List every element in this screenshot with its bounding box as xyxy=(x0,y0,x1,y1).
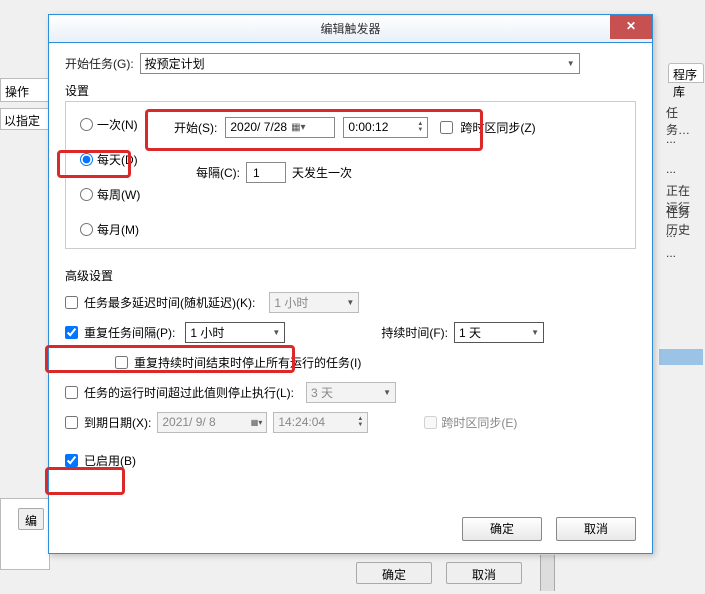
begin-task-value: 按预定计划 xyxy=(145,55,205,72)
sync-tz-label: 跨时区同步(Z) xyxy=(460,119,535,136)
daily-every-label: 每隔(C): xyxy=(196,164,240,181)
schedule-weekly[interactable]: 每周(W) xyxy=(80,186,148,203)
adv-expire-label: 到期日期(X): xyxy=(84,414,151,431)
adv-enabled-label: 已启用(B) xyxy=(84,452,136,469)
adv-repeat-select[interactable]: 1 小时 ▼ xyxy=(185,322,285,343)
adv-stop-after-row: 任务的运行时间超过此值则停止执行(L): 3 天 ▼ xyxy=(65,380,636,404)
chevron-down-icon: ▼ xyxy=(272,328,280,337)
adv-stop-after-value: 3 天 xyxy=(311,384,333,401)
adv-expire-sync-checkbox xyxy=(424,416,437,429)
daily-suffix: 天发生一次 xyxy=(292,164,352,181)
adv-repeat-row: 重复任务间隔(P): 1 小时 ▼ 持续时间(F): 1 天 ▼ xyxy=(65,320,636,344)
cancel-button[interactable]: 取消 xyxy=(556,517,636,541)
dialog-title: 编辑触发器 xyxy=(320,20,380,37)
chevron-down-icon: ▼ xyxy=(531,328,539,337)
adv-delay-value: 1 小时 xyxy=(274,294,308,311)
adv-expire-time-value: 14:24:04 xyxy=(278,415,325,429)
adv-expire-date-value: 2021/ 9/ 8 xyxy=(162,415,215,429)
bg-outer-ok-button[interactable]: 确定 xyxy=(356,562,432,584)
spinner-icon: ▲▼ xyxy=(357,416,363,428)
edit-trigger-dialog: 编辑触发器 ✕ 开始任务(G): 按预定计划 ▼ 设置 一次(N) 每天(D) xyxy=(48,14,653,554)
start-label: 开始(S): xyxy=(174,119,217,136)
adv-expire-sync-option: 跨时区同步(E) xyxy=(424,414,517,431)
begin-task-select[interactable]: 按预定计划 ▼ xyxy=(140,53,580,74)
schedule-once-label: 一次(N) xyxy=(97,116,138,133)
titlebar: 编辑触发器 ✕ xyxy=(49,15,652,43)
dialog-button-row: 确定 取消 xyxy=(462,517,636,541)
schedule-radio-group: 一次(N) 每天(D) 每周(W) 每月(M) xyxy=(66,102,156,248)
adv-delay-label: 任务最多延迟时间(随机延迟)(K): xyxy=(84,294,255,311)
bg-row-2: ... xyxy=(660,128,705,150)
advanced-label: 高级设置 xyxy=(65,267,636,284)
adv-enabled-checkbox[interactable] xyxy=(65,454,78,467)
adv-stop-all-label: 重复持续时间结束时停止所有运行的任务(I) xyxy=(134,354,361,371)
schedule-once-radio[interactable] xyxy=(80,118,93,131)
schedule-weekly-label: 每周(W) xyxy=(97,186,140,203)
adv-duration-label: 持续时间(F): xyxy=(381,324,448,341)
close-button[interactable]: ✕ xyxy=(610,15,652,39)
adv-enabled-row: 已启用(B) xyxy=(65,448,636,472)
close-icon: ✕ xyxy=(626,19,636,33)
settings-box: 一次(N) 每天(D) 每周(W) 每月(M) 开始(S): 2 xyxy=(65,101,636,249)
adv-expire-date-input: 2021/ 9/ 8 ▦▾ xyxy=(157,412,267,433)
adv-delay-checkbox[interactable] xyxy=(65,296,78,309)
sync-tz-option[interactable]: 跨时区同步(Z) xyxy=(436,118,535,137)
bg-hint: 以指定 xyxy=(0,108,50,130)
adv-stop-all-row: 重复持续时间结束时停止所有运行的任务(I) xyxy=(115,350,636,374)
settings-label: 设置 xyxy=(65,82,636,99)
sync-tz-checkbox[interactable] xyxy=(440,121,453,134)
bg-edit-button[interactable]: 编 xyxy=(18,508,44,530)
bg-outer-cancel-button[interactable]: 取消 xyxy=(446,562,522,584)
adv-repeat-value: 1 小时 xyxy=(190,324,224,341)
schedule-daily-radio[interactable] xyxy=(80,153,93,166)
schedule-daily-label: 每天(D) xyxy=(97,151,138,168)
adv-stop-all-checkbox[interactable] xyxy=(115,356,128,369)
adv-expire-row: 到期日期(X): 2021/ 9/ 8 ▦▾ 14:24:04 ▲▼ 跨时区同步… xyxy=(65,410,636,434)
schedule-once[interactable]: 一次(N) xyxy=(80,116,148,133)
start-row: 开始(S): 2020/ 7/28 ▦▾ 0:00:12 ▲▼ 跨时区同步(Z) xyxy=(164,108,610,146)
bg-tab: 程序库 xyxy=(668,63,704,83)
bg-row-6: ... xyxy=(660,242,705,264)
schedule-weekly-radio[interactable] xyxy=(80,188,93,201)
bg-scrollbar[interactable] xyxy=(540,555,555,591)
adv-expire-sync-label: 跨时区同步(E) xyxy=(441,414,517,431)
ok-button[interactable]: 确定 xyxy=(462,517,542,541)
daily-recur-row: 每隔(C): 天发生一次 xyxy=(196,162,352,183)
calendar-icon: ▦▾ xyxy=(291,122,305,133)
schedule-monthly-radio[interactable] xyxy=(80,223,93,236)
daily-interval-input[interactable] xyxy=(246,162,286,183)
schedule-daily[interactable]: 每天(D) xyxy=(80,151,148,168)
adv-stop-after-select: 3 天 ▼ xyxy=(306,382,396,403)
adv-expire-time-input: 14:24:04 ▲▼ xyxy=(273,412,368,433)
schedule-monthly-label: 每月(M) xyxy=(97,221,139,238)
adv-duration-value: 1 天 xyxy=(459,324,481,341)
calendar-icon: ▦▾ xyxy=(251,418,263,427)
bg-selection xyxy=(659,349,703,365)
start-date-value: 2020/ 7/28 xyxy=(230,120,287,134)
bg-row-2b: ... xyxy=(660,158,705,180)
start-date-input[interactable]: 2020/ 7/28 ▦▾ xyxy=(225,117,335,138)
chevron-down-icon: ▼ xyxy=(567,59,575,68)
bg-row-5: ... xyxy=(660,222,705,244)
adv-delay-row: 任务最多延迟时间(随机延迟)(K): 1 小时 ▼ xyxy=(65,290,636,314)
adv-repeat-checkbox[interactable] xyxy=(65,326,78,339)
adv-expire-checkbox[interactable] xyxy=(65,416,78,429)
adv-repeat-label: 重复任务间隔(P): xyxy=(84,324,175,341)
adv-stop-after-checkbox[interactable] xyxy=(65,386,78,399)
chevron-down-icon: ▼ xyxy=(346,298,354,307)
spinner-icon[interactable]: ▲▼ xyxy=(417,121,423,133)
adv-stop-after-label: 任务的运行时间超过此值则停止执行(L): xyxy=(84,384,294,401)
adv-duration-select[interactable]: 1 天 ▼ xyxy=(454,322,544,343)
begin-task-label: 开始任务(G): xyxy=(65,55,134,72)
start-time-value: 0:00:12 xyxy=(348,120,388,134)
adv-delay-select: 1 小时 ▼ xyxy=(269,292,359,313)
start-time-input[interactable]: 0:00:12 ▲▼ xyxy=(343,117,428,138)
chevron-down-icon: ▼ xyxy=(383,388,391,397)
schedule-monthly[interactable]: 每月(M) xyxy=(80,221,148,238)
bg-op-tab: 操作 xyxy=(0,78,50,102)
